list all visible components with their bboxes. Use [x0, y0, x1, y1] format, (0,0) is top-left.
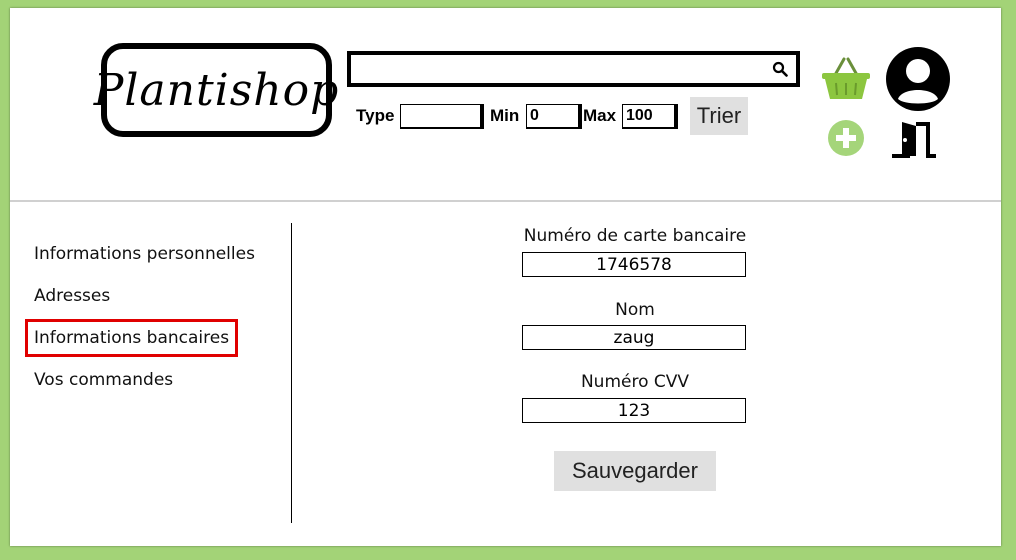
search-bar: [347, 51, 800, 87]
sidebar-item-orders[interactable]: Vos commandes: [34, 370, 173, 390]
card-number-field[interactable]: [522, 252, 746, 277]
sidebar-item-banking-info[interactable]: Informations bancaires: [24, 319, 239, 357]
type-label: Type: [356, 106, 395, 125]
min-label: Min: [490, 106, 520, 125]
logout-door-icon[interactable]: [890, 118, 938, 160]
app-window: Plantishop Type Min 0 Max 100 Trier Info…: [10, 8, 1001, 546]
header: Plantishop Type Min 0 Max 100 Trier: [10, 8, 1001, 202]
sidebar-divider: [291, 223, 292, 523]
card-number-label: Numéro de carte bancaire: [523, 226, 747, 246]
basket-icon[interactable]: [820, 55, 872, 101]
logo[interactable]: Plantishop: [94, 43, 338, 137]
type-field[interactable]: [400, 104, 484, 129]
sort-button[interactable]: Trier: [690, 97, 748, 135]
cvv-field[interactable]: [522, 398, 746, 423]
max-label: Max: [583, 106, 617, 125]
name-label: Nom: [615, 300, 655, 320]
max-field[interactable]: 100: [622, 104, 678, 129]
logo-text: Plantishop: [93, 64, 340, 116]
user-account-icon[interactable]: [886, 47, 950, 111]
sidebar: Informations personnelles Adresses Infor…: [10, 202, 291, 546]
search-icon[interactable]: [772, 61, 788, 77]
min-field[interactable]: 0: [526, 104, 582, 129]
account-content: Informations personnelles Adresses Infor…: [10, 202, 1001, 546]
name-field[interactable]: [522, 325, 746, 350]
sidebar-item-addresses[interactable]: Adresses: [34, 286, 110, 306]
sidebar-item-personal-info[interactable]: Informations personnelles: [34, 244, 255, 264]
search-input[interactable]: [351, 55, 773, 83]
add-icon[interactable]: [828, 120, 864, 156]
save-button[interactable]: Sauvegarder: [554, 451, 716, 491]
cvv-label: Numéro CVV: [580, 372, 690, 392]
